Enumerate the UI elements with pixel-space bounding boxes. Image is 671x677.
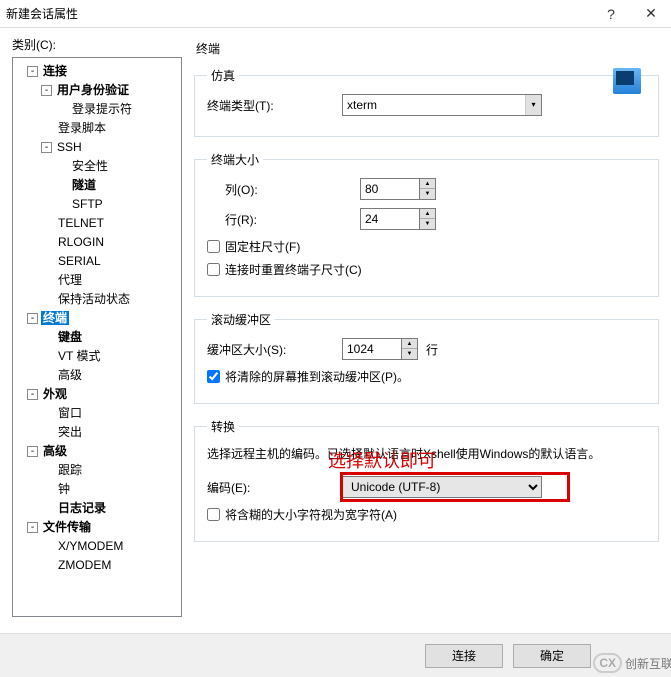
spin-down-icon[interactable]: ▼ xyxy=(420,189,435,199)
buffer-unit: 行 xyxy=(426,341,438,358)
reset-label: 连接时重置终端子尺寸(C) xyxy=(225,261,362,278)
cols-label: 列(O): xyxy=(225,181,305,198)
titlebar: 新建会话属性 ? ✕ xyxy=(0,0,671,28)
tree-zmodem[interactable]: ZMODEM xyxy=(56,558,113,572)
size-legend: 终端大小 xyxy=(207,151,263,168)
expand-icon[interactable]: - xyxy=(27,446,38,457)
tree-logging[interactable]: 日志记录 xyxy=(56,501,108,515)
logo-icon: CX xyxy=(593,653,622,673)
cols-input[interactable] xyxy=(360,178,420,200)
spin-up-icon[interactable]: ▲ xyxy=(420,209,435,219)
ok-button[interactable]: 确定 xyxy=(513,644,591,668)
wide-label: 将含糊的大小字符视为宽字符(A) xyxy=(225,506,397,523)
tree-telnet[interactable]: TELNET xyxy=(56,216,106,230)
tree-login-prompt[interactable]: 登录提示符 xyxy=(70,102,134,116)
tree-tunnel[interactable]: 隧道 xyxy=(70,178,98,192)
tree-keyboard[interactable]: 键盘 xyxy=(56,330,84,344)
tree-serial[interactable]: SERIAL xyxy=(56,254,103,268)
spin-down-icon[interactable]: ▼ xyxy=(402,349,417,359)
chevron-down-icon[interactable]: ▾ xyxy=(525,95,541,115)
buffer-label: 缓冲区大小(S): xyxy=(207,341,342,358)
tree-keepalive[interactable]: 保持活动状态 xyxy=(56,292,132,306)
tree-trace[interactable]: 跟踪 xyxy=(56,463,84,477)
tree-bell[interactable]: 钟 xyxy=(56,482,72,496)
expand-icon[interactable]: - xyxy=(27,313,38,324)
tree-connection[interactable]: 连接 xyxy=(41,64,69,78)
tree-auth[interactable]: 用户身份验证 xyxy=(55,83,131,97)
tree-terminal[interactable]: 终端 xyxy=(41,311,69,325)
footer: 连接 确定 xyxy=(0,633,671,677)
fixcol-label: 固定柱尺寸(F) xyxy=(225,238,300,255)
spin-up-icon[interactable]: ▲ xyxy=(420,179,435,189)
tree-window[interactable]: 窗口 xyxy=(56,406,84,420)
spin-down-icon[interactable]: ▼ xyxy=(420,219,435,229)
tree-advanced[interactable]: 高级 xyxy=(56,368,84,382)
spin-up-icon[interactable]: ▲ xyxy=(402,339,417,349)
tree-appearance[interactable]: 外观 xyxy=(41,387,69,401)
close-button[interactable]: ✕ xyxy=(631,5,671,22)
scroll-group: 滚动缓冲区 缓冲区大小(S): ▲▼ 行 将清除的屏幕推到滚动缓冲区(P)。 xyxy=(194,311,659,404)
panel-header: 终端 xyxy=(196,36,659,57)
tree-xymodem[interactable]: X/YMODEM xyxy=(56,539,125,553)
convert-legend: 转换 xyxy=(207,418,239,435)
category-label: 类别(C): xyxy=(12,36,182,53)
buffer-input[interactable] xyxy=(342,338,402,360)
fixcol-checkbox[interactable] xyxy=(207,240,220,253)
connect-button[interactable]: 连接 xyxy=(425,644,503,668)
tree-rlogin[interactable]: RLOGIN xyxy=(56,235,106,249)
expand-icon[interactable]: - xyxy=(27,389,38,400)
rows-input[interactable] xyxy=(360,208,420,230)
tree-proxy[interactable]: 代理 xyxy=(56,273,84,287)
convert-group: 转换 选择远程主机的编码。已选择默认语言时Xshell使用Windows的默认语… xyxy=(194,418,659,542)
emulation-legend: 仿真 xyxy=(207,67,239,84)
expand-icon[interactable]: - xyxy=(27,66,38,77)
window-title: 新建会话属性 xyxy=(0,5,591,22)
tree-sftp[interactable]: SFTP xyxy=(70,197,105,211)
push-label: 将清除的屏幕推到滚动缓冲区(P)。 xyxy=(225,368,409,385)
category-tree[interactable]: -连接 -用户身份验证 登录提示符 登录脚本 -SSH 安全性 隧道 SFTP xyxy=(12,57,182,617)
expand-icon[interactable]: - xyxy=(41,142,52,153)
convert-desc: 选择远程主机的编码。已选择默认语言时Xshell使用Windows的默认语言。 xyxy=(207,445,646,462)
size-group: 终端大小 列(O): ▲▼ 行(R): ▲▼ 固定柱尺寸(F) 连接时重置终端子… xyxy=(194,151,659,297)
term-type-label: 终端类型(T): xyxy=(207,97,342,114)
push-checkbox[interactable] xyxy=(207,370,220,383)
encoding-select[interactable]: Unicode (UTF-8) xyxy=(342,476,542,498)
emulation-group: 仿真 终端类型(T): ▾ xyxy=(194,67,659,137)
wide-checkbox[interactable] xyxy=(207,508,220,521)
tree-login-script[interactable]: 登录脚本 xyxy=(56,121,108,135)
tree-highlight[interactable]: 突出 xyxy=(56,425,84,439)
tree-ssh[interactable]: SSH xyxy=(55,140,84,154)
expand-icon[interactable]: - xyxy=(41,85,52,96)
expand-icon[interactable]: - xyxy=(27,522,38,533)
tree-filetransfer[interactable]: 文件传输 xyxy=(41,520,93,534)
reset-checkbox[interactable] xyxy=(207,263,220,276)
tree-security[interactable]: 安全性 xyxy=(70,159,110,173)
terminal-settings-icon[interactable] xyxy=(613,68,641,94)
tree-advanced2[interactable]: 高级 xyxy=(41,444,69,458)
tree-vt[interactable]: VT 模式 xyxy=(56,349,102,363)
watermark: CX创新互联 xyxy=(593,653,671,673)
term-type-combo[interactable] xyxy=(342,94,542,116)
encoding-label: 编码(E): xyxy=(207,479,342,496)
rows-label: 行(R): xyxy=(225,211,305,228)
scroll-legend: 滚动缓冲区 xyxy=(207,311,275,328)
help-button[interactable]: ? xyxy=(591,6,631,22)
